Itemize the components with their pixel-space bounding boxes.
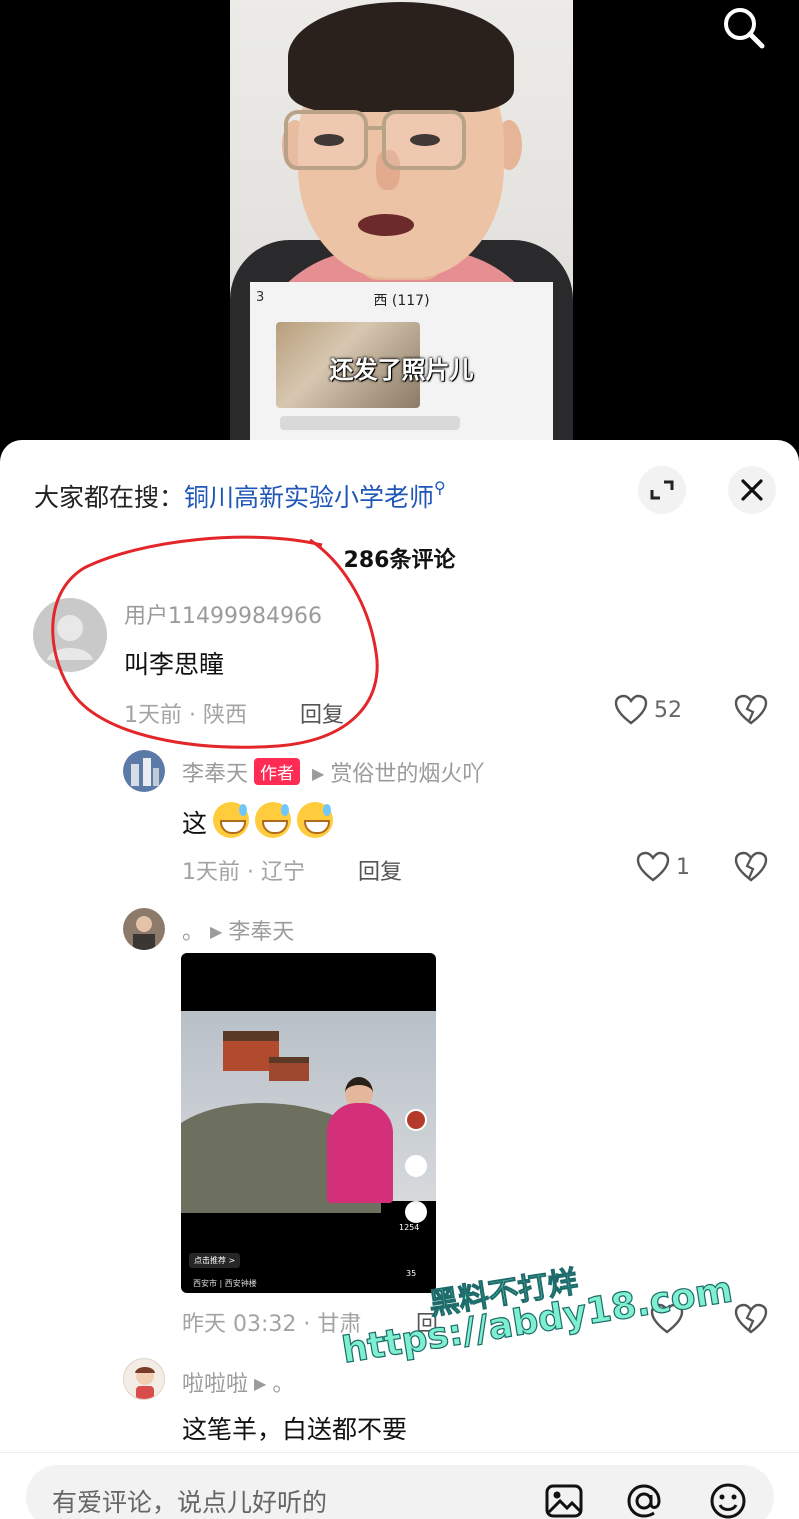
default-user-icon (47, 615, 93, 660)
comment-time-location: 1天前 · 陕西 (124, 703, 247, 728)
chat-message-blurred (280, 416, 460, 430)
thumbnail-person (327, 1103, 393, 1203)
thumbnail-location: 西安市 | 西安钟楼 (193, 1279, 257, 1288)
reply-button[interactable]: 回复 (358, 854, 402, 886)
close-button[interactable] (728, 466, 776, 514)
reply-time-location: 昨天 03:32 · 甘肃 (182, 1312, 362, 1337)
reply-username-row: 啦啦啦 ▶ 。 (182, 1366, 294, 1398)
comment-input-placeholder: 有爱评论，说点儿好听的 (52, 1488, 328, 1517)
expand-button[interactable] (638, 466, 686, 514)
mention-icon[interactable] (624, 1481, 664, 1519)
search-icon[interactable] (716, 2, 770, 52)
thumbnail-temple-lower (269, 1057, 309, 1081)
trending-search[interactable]: 大家都在搜：铜川高新实验小学老师⚲ (34, 478, 446, 514)
cartoon-avatar-icon (135, 1367, 155, 1399)
avatar-user[interactable] (123, 908, 165, 950)
reply-username[interactable]: 啦啦啦 (182, 1372, 248, 1397)
comment-sheet: 大家都在搜：铜川高新实验小学老师⚲ 286条评论 用户11499984966 叫… (0, 440, 799, 1519)
emoji-icon[interactable] (708, 1481, 748, 1519)
reply-arrow-icon: ▶ (210, 922, 223, 941)
search-small-icon: ⚲ (434, 478, 446, 497)
user-avatar-image (133, 916, 155, 950)
reply-text: 这笔羊，白送都不要 (182, 1415, 408, 1444)
reply-to-username[interactable]: 。 (272, 1372, 294, 1397)
thumbnail-avatar-icon (405, 1109, 427, 1131)
trending-keyword-link[interactable]: 铜川高新实验小学老师 (184, 483, 434, 512)
heart-icon (636, 851, 670, 882)
reply-arrow-icon: ▶ (312, 764, 325, 783)
mouth (358, 214, 414, 236)
reply-text: 这 (182, 802, 334, 840)
glasses-left-lens (284, 110, 368, 170)
author-badge: 作者 (254, 758, 301, 785)
sweat-smile-emoji-icon (213, 802, 250, 838)
chat-group-title: 西 (117) (373, 293, 430, 309)
heart-icon (614, 694, 648, 725)
comment-input[interactable]: 有爱评论，说点儿好听的 (26, 1465, 774, 1519)
like-button[interactable]: 52 (614, 694, 682, 726)
reply-username[interactable]: 。 (182, 920, 204, 945)
avatar-default[interactable] (33, 598, 107, 672)
hair (288, 2, 514, 112)
thumbnail-heart-icon (405, 1155, 427, 1177)
broken-heart-icon[interactable] (734, 851, 768, 883)
glasses-right-lens (382, 110, 466, 170)
reply-arrow-icon: ▶ (254, 1374, 267, 1393)
reply-to-username[interactable]: 李奉天 (228, 920, 294, 945)
thumbnail-comment-count: 1254 (399, 1223, 420, 1232)
like-count: 1 (676, 854, 690, 880)
expand-icon (650, 480, 674, 500)
attached-video-thumbnail[interactable]: 1254 35 点击推荐 > 西安市 | 西安钟楼 (181, 953, 436, 1293)
comment-count: 286条评论 (343, 548, 456, 573)
video-player[interactable]: 3 西 (117) 还发了照片儿 (0, 0, 799, 450)
sweat-smile-emoji-icon (255, 802, 292, 838)
broken-heart-icon[interactable] (734, 1303, 768, 1335)
comment-username[interactable]: 用户11499984966 (124, 598, 322, 630)
trending-prefix: 大家都在搜： (34, 483, 185, 512)
reply-to-username[interactable]: 赏俗世的烟火吖 (330, 762, 484, 787)
like-button[interactable]: 1 (636, 851, 690, 883)
broken-heart-icon[interactable] (734, 694, 768, 726)
reply-text-content: 这 (182, 809, 208, 838)
thumbnail-recommend-tag: 点击推荐 > (189, 1253, 241, 1268)
thumbnail-star-count: 35 (406, 1269, 417, 1278)
comment-text: 叫李思瞳 (124, 650, 225, 679)
close-icon (741, 479, 763, 501)
thumbnail-action-column (403, 1109, 429, 1289)
like-count: 52 (654, 697, 682, 723)
avatar-author[interactable] (123, 750, 165, 792)
video-subtitle: 还发了照片儿 (329, 356, 474, 384)
author-avatar-image (131, 758, 159, 786)
sweat-smile-emoji-icon (297, 802, 334, 838)
reply-username-row: 李奉天 作者 ▶ 赏俗世的烟火吖 (182, 756, 484, 788)
reply-button[interactable]: 回复 (300, 697, 344, 729)
thumbnail-comment-icon (405, 1201, 427, 1223)
image-icon[interactable] (544, 1481, 584, 1519)
reply-username-row: 。 ▶ 李奉天 (182, 914, 294, 946)
glasses-bridge (366, 126, 384, 130)
comment-input-bar: 有爱评论，说点儿好听的 (0, 1452, 799, 1519)
avatar-user[interactable] (123, 1358, 165, 1400)
reply-username[interactable]: 李奉天 (182, 762, 248, 787)
reply-time-location: 1天前 · 辽宁 (182, 860, 305, 885)
